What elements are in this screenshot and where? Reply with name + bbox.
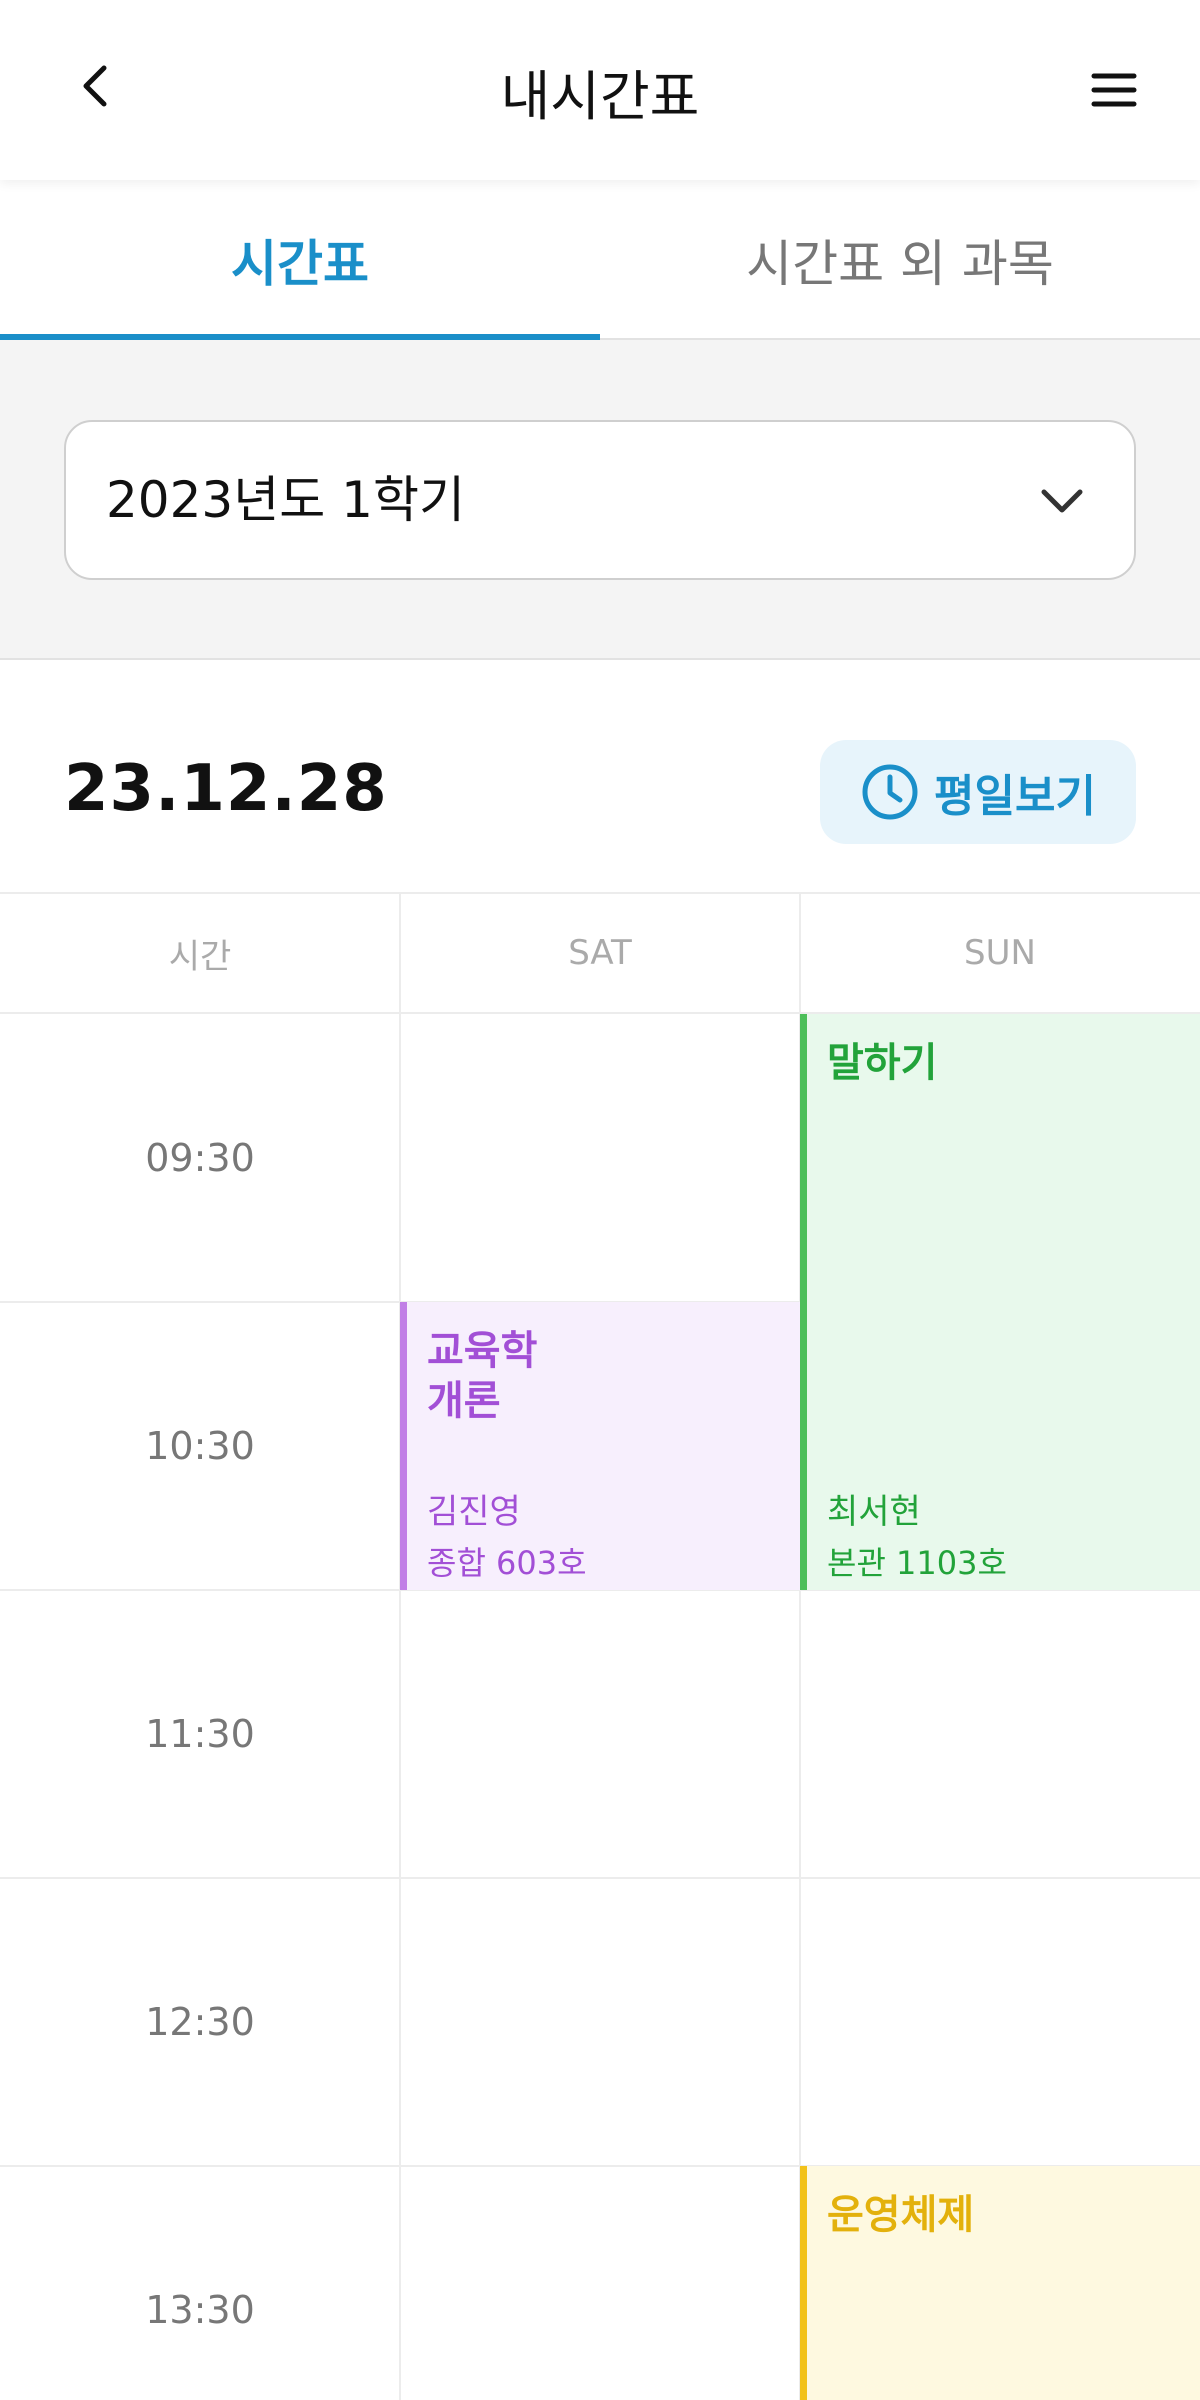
tab-timetable[interactable]: 시간표	[0, 180, 600, 340]
menu-button[interactable]	[1078, 54, 1150, 126]
time-label: 13:30	[145, 2288, 255, 2332]
class-block-speaking[interactable]: 말하기 최서현 본관 1103호	[800, 1014, 1200, 1590]
time-label: 09:30	[145, 1136, 255, 1180]
column-header-sun: SUN	[800, 894, 1200, 1014]
tab-other-subjects[interactable]: 시간표 외 과목	[600, 180, 1200, 340]
class-professor: 김진영	[427, 1492, 521, 1532]
class-block-education[interactable]: 교육학 개론 김진영 종합 603호	[400, 1302, 800, 1590]
chevron-down-icon	[1041, 489, 1083, 513]
semester-value: 2023년도 1학기	[106, 471, 465, 529]
timetable-grid: 시간 SAT SUN 09:30 10:30 11:30 12:30 13:30…	[0, 892, 1200, 2400]
hamburger-menu-icon	[1091, 73, 1137, 107]
class-title: 말하기	[827, 1040, 938, 1086]
class-room: 본관 1103호	[827, 1544, 1007, 1582]
column-header-sat: SAT	[400, 894, 800, 1014]
app-header: 내시간표	[0, 0, 1200, 180]
class-title: 운영체제	[827, 2192, 975, 2238]
page-title: 내시간표	[500, 65, 700, 128]
column-header-time: 시간	[0, 894, 400, 1014]
class-block-os[interactable]: 운영체제	[800, 2166, 1200, 2400]
weekday-view-label: 평일보기	[934, 771, 1096, 822]
tab-bar: 시간표 시간표 외 과목	[0, 180, 1200, 340]
semester-select[interactable]: 2023년도 1학기	[64, 420, 1136, 580]
semester-select-section: 2023년도 1학기	[0, 340, 1200, 660]
time-label: 10:30	[145, 1424, 255, 1468]
time-label: 12:30	[145, 2000, 255, 2044]
current-date: 23.12.28	[64, 752, 388, 826]
class-professor: 최서현	[827, 1492, 921, 1532]
clock-icon	[862, 764, 918, 820]
weekday-view-button[interactable]: 평일보기	[820, 740, 1136, 844]
timetable-page: 내시간표 시간표 시간표 외 과목 2023년도 1학기 23.12.28 평일…	[0, 0, 1200, 2400]
class-room: 종합 603호	[427, 1544, 587, 1582]
class-title: 교육학 개론	[427, 1328, 538, 1424]
time-label: 11:30	[145, 1712, 255, 1756]
